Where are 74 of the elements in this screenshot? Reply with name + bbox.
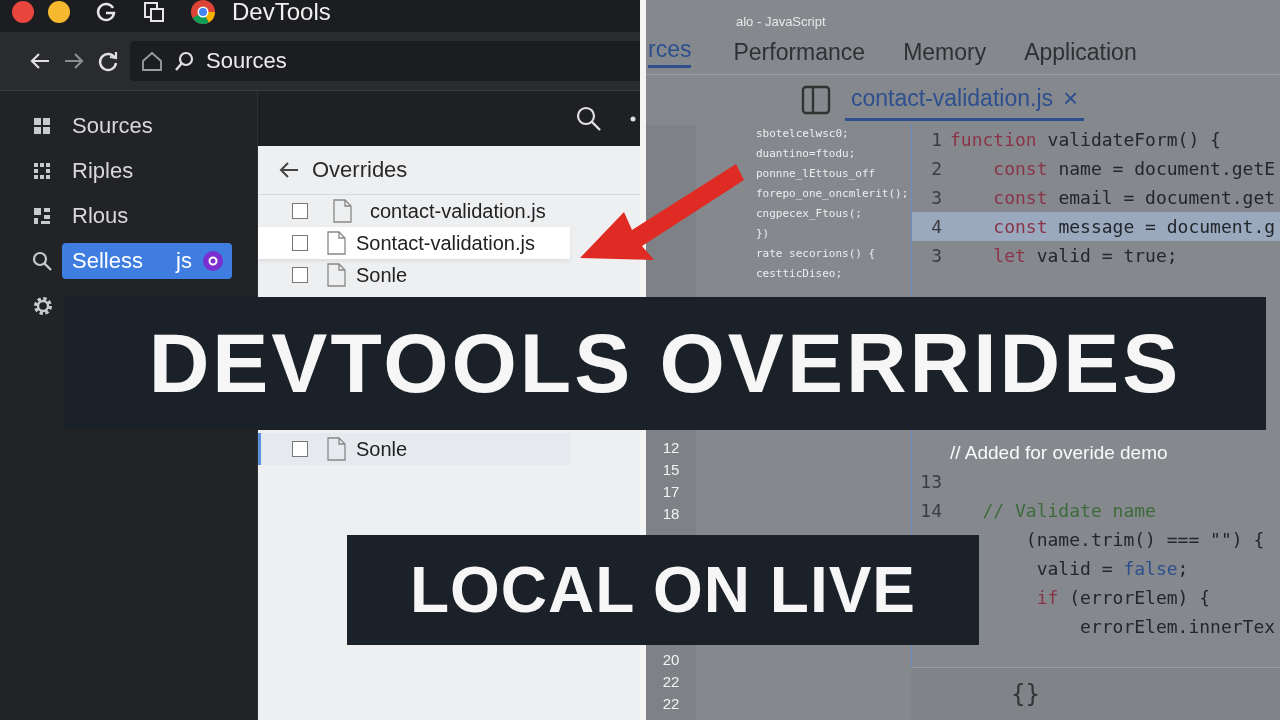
- line-number: 14: [919, 500, 942, 521]
- close-light[interactable]: [12, 1, 34, 23]
- faded-code-line: sbotelcelwsc0;: [756, 127, 850, 142]
- dotted-grid-icon: [32, 160, 52, 181]
- faded-code-line: cestticDiseo;: [756, 267, 844, 282]
- title-banner: DEVTOOLS OVERRIDES: [64, 297, 1266, 430]
- panel-title: Overrides: [312, 157, 408, 183]
- code-line: if (errorElem) {: [1035, 587, 1211, 608]
- file-icon: [326, 263, 346, 287]
- code-line: // Validate name: [981, 500, 1156, 521]
- code-line: const email = document.get: [992, 187, 1276, 208]
- search-icon: [174, 50, 196, 72]
- line-number: 15: [661, 460, 681, 480]
- file-icon: [332, 199, 352, 223]
- faded-code-line: }): [756, 227, 771, 242]
- minimize-light[interactable]: [48, 1, 70, 23]
- line-number: 22: [661, 672, 681, 692]
- file-row[interactable]: Sonle: [258, 259, 570, 291]
- line-number: 12: [661, 438, 681, 458]
- line-number: 4: [930, 216, 942, 237]
- sidebar-item[interactable]: Sources: [62, 107, 232, 144]
- line-number: 3: [930, 245, 942, 266]
- browser-logo-icon: [190, 0, 216, 25]
- blocks-icon: [32, 205, 52, 226]
- badge-icon: [202, 249, 224, 272]
- line-number: 18: [661, 504, 681, 524]
- code-line: function validateForm() {: [950, 129, 1221, 150]
- checkbox[interactable]: [292, 203, 308, 219]
- faded-code-line: cngpecex_Ftous(;: [756, 207, 863, 222]
- panel-tab[interactable]: Performance: [733, 38, 866, 66]
- title-banner: LOCAL ON LIVE: [347, 535, 979, 645]
- grid-icon: [32, 115, 52, 136]
- faded-code-line: forepo_one_oncmlerit();: [756, 187, 910, 202]
- code-line: (name.trim() === "") {: [1024, 529, 1265, 550]
- line-number: 3: [930, 187, 942, 208]
- line-number: 20: [661, 650, 681, 670]
- annotation-text: // Added for overide demo: [950, 441, 1168, 464]
- file-row[interactable]: contact-validation.js: [258, 195, 570, 227]
- line-number: 17: [661, 482, 681, 502]
- file-icon: [326, 231, 346, 255]
- checkbox[interactable]: [292, 267, 308, 283]
- panel-tab[interactable]: Memory: [903, 38, 987, 66]
- search-icon[interactable]: [576, 105, 602, 132]
- sidebar-item[interactable]: Riples: [62, 152, 232, 189]
- file-icon: [326, 437, 346, 461]
- file-row[interactable]: Sontact-validation.js: [258, 227, 570, 259]
- faded-code-line: duantino=ftodu;: [756, 147, 857, 162]
- file-row[interactable]: Sonle: [258, 433, 570, 465]
- search-icon: [32, 250, 52, 271]
- line-number: 22: [661, 694, 681, 714]
- checkbox[interactable]: [292, 441, 308, 457]
- window-icon[interactable]: [142, 0, 166, 24]
- checkbox[interactable]: [292, 235, 308, 251]
- code-line: let valid = true;: [992, 245, 1178, 266]
- window-title: DevTools: [232, 0, 331, 26]
- line-number: 1: [930, 129, 942, 150]
- sidebar-item[interactable]: Rlous: [62, 197, 232, 234]
- more-icon[interactable]: [630, 115, 636, 122]
- panel-tab[interactable]: Application: [1024, 38, 1137, 66]
- line-number: 2: [930, 158, 942, 179]
- faded-code-line: rate secorions() {: [756, 247, 877, 262]
- address-field[interactable]: Sources: [130, 41, 640, 81]
- code-line: valid = false;: [1035, 558, 1189, 579]
- line-number: 13: [919, 471, 942, 492]
- code-line: errorElem.innerTex: [1079, 616, 1276, 637]
- code-line: const message = document.g: [992, 216, 1276, 237]
- code-line: const name = document.getE: [992, 158, 1276, 179]
- home-icon: [140, 49, 164, 73]
- faded-code-line: ponnne_lEttous_off: [756, 167, 877, 182]
- reload-icon[interactable]: [96, 49, 120, 73]
- language-label: alo - JavaScript: [735, 14, 827, 30]
- sidebar-toggle-icon[interactable]: [801, 85, 831, 115]
- sidebar-item[interactable]: Selless js: [62, 242, 232, 279]
- settings-icon[interactable]: [32, 294, 54, 317]
